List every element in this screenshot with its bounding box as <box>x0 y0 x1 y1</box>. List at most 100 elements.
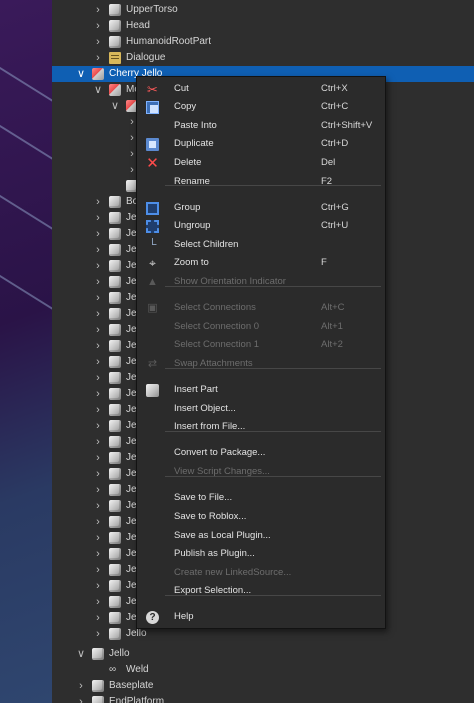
menu-item-save-as-local-plugin[interactable]: Save as Local Plugin... <box>137 527 385 545</box>
menu-item-select-connections[interactable]: ▣ Select Connections Alt+C <box>137 299 385 317</box>
part-icon <box>109 596 121 608</box>
chevron-down-icon[interactable]: ∨ <box>76 646 86 662</box>
chevron-right-icon[interactable]: › <box>93 626 103 642</box>
part-icon <box>109 228 121 240</box>
chevron-right-icon[interactable]: › <box>93 546 103 562</box>
menu-item-paste-into[interactable]: Paste Into Ctrl+Shift+V <box>137 117 385 135</box>
chevron-right-icon[interactable]: › <box>93 290 103 306</box>
tree-item-3[interactable]: › Dialogue <box>52 50 474 66</box>
menu-item-shortcut: Del <box>321 157 336 168</box>
menu-item-delete[interactable]: ✕ Delete Del <box>137 154 385 172</box>
group-icon <box>146 202 159 215</box>
chevron-right-icon[interactable]: › <box>93 578 103 594</box>
tree-item-baseplate[interactable]: › Baseplate <box>52 678 474 694</box>
menu-item-insert-part[interactable]: Insert Part <box>137 381 385 399</box>
chevron-right-icon[interactable]: › <box>93 2 103 18</box>
menu-item-create-new-linkedsource[interactable]: Create new LinkedSource... <box>137 564 385 582</box>
chevron-right-icon[interactable]: › <box>93 226 103 242</box>
ungroup-icon <box>146 220 159 233</box>
chevron-down-icon[interactable]: ∨ <box>76 66 86 82</box>
chevron-right-icon[interactable]: › <box>93 402 103 418</box>
menu-item-label: Select Connection 1 <box>174 339 260 350</box>
chevron-right-icon[interactable]: › <box>93 322 103 338</box>
menu-item-ungroup[interactable]: Ungroup Ctrl+U <box>137 217 385 235</box>
part-icon <box>109 564 121 576</box>
part-icon <box>109 244 121 256</box>
chevron-right-icon[interactable]: › <box>93 194 103 210</box>
menu-item-shortcut: Ctrl+C <box>321 101 349 112</box>
menu-separator <box>165 431 381 432</box>
menu-item-save-to-roblox[interactable]: Save to Roblox... <box>137 508 385 526</box>
menu-item-save-to-file[interactable]: Save to File... <box>137 489 385 507</box>
menu-item-label: Paste Into <box>174 120 217 131</box>
menu-item-cut[interactable]: ✂ Cut Ctrl+X <box>137 80 385 98</box>
tree-item-jello-root[interactable]: ∨ Jello <box>52 646 474 662</box>
menu-item-rename[interactable]: Rename F2 <box>137 173 385 191</box>
menu-item-label: Rename <box>174 176 210 187</box>
chevron-right-icon[interactable]: › <box>93 258 103 274</box>
menu-item-label: Show Orientation Indicator <box>174 276 286 287</box>
chevron-right-icon[interactable]: › <box>93 354 103 370</box>
chevron-right-icon[interactable]: › <box>93 242 103 258</box>
part-icon <box>109 468 121 480</box>
chevron-right-icon[interactable]: › <box>93 370 103 386</box>
menu-item-select-connection-0[interactable]: Select Connection 0 Alt+1 <box>137 318 385 336</box>
help-icon: ? <box>146 611 159 624</box>
chevron-right-icon[interactable]: › <box>93 210 103 226</box>
chevron-right-icon[interactable]: › <box>93 482 103 498</box>
part-icon <box>92 648 104 660</box>
tree-item-0[interactable]: › UpperTorso <box>52 2 474 18</box>
menu-item-select-children[interactable]: └ Select Children <box>137 236 385 254</box>
menu-item-insert-object[interactable]: Insert Object... <box>137 400 385 418</box>
chevron-right-icon[interactable]: › <box>93 50 103 66</box>
chevron-right-icon[interactable]: › <box>93 562 103 578</box>
tree-item-1[interactable]: › Head <box>52 18 474 34</box>
chevron-right-icon[interactable]: › <box>93 274 103 290</box>
chevron-right-icon[interactable]: › <box>76 678 86 694</box>
menu-item-insert-from-file[interactable]: Insert from File... <box>137 418 385 436</box>
menu-item-select-connection-1[interactable]: Select Connection 1 Alt+2 <box>137 336 385 354</box>
chevron-right-icon[interactable]: › <box>93 530 103 546</box>
menu-item-label: Save as Local Plugin... <box>174 530 271 541</box>
menu-item-view-script-changes[interactable]: View Script Changes... <box>137 463 385 481</box>
tree-item-2[interactable]: › HumanoidRootPart <box>52 34 474 50</box>
insert-part-icon <box>146 384 159 397</box>
chevron-right-icon[interactable]: › <box>93 18 103 34</box>
chevron-right-icon[interactable]: › <box>93 450 103 466</box>
chevron-right-icon[interactable]: › <box>93 610 103 626</box>
3d-viewport[interactable] <box>0 0 52 703</box>
menu-item-show-orientation-indicator[interactable]: ▲ Show Orientation Indicator <box>137 273 385 291</box>
menu-item-copy[interactable]: Copy Ctrl+C <box>137 98 385 116</box>
menu-item-help[interactable]: ? Help <box>137 608 385 626</box>
chevron-right-icon[interactable]: › <box>93 594 103 610</box>
chevron-right-icon[interactable]: › <box>93 498 103 514</box>
tree-item-weld[interactable]: ∞ Weld <box>52 662 474 678</box>
part-icon <box>109 484 121 496</box>
menu-item-label: Export Selection... <box>174 585 252 596</box>
chevron-right-icon[interactable]: › <box>93 34 103 50</box>
menu-item-export-selection[interactable]: Export Selection... <box>137 582 385 600</box>
menu-item-label: Zoom to <box>174 257 209 268</box>
chevron-right-icon[interactable]: › <box>93 338 103 354</box>
menu-item-duplicate[interactable]: Duplicate Ctrl+D <box>137 135 385 153</box>
chevron-right-icon[interactable]: › <box>93 418 103 434</box>
menu-item-label: Group <box>174 202 201 213</box>
viewport-line <box>0 263 52 339</box>
menu-item-label: Cut <box>174 83 189 94</box>
chevron-right-icon[interactable]: › <box>93 306 103 322</box>
chevron-right-icon[interactable]: › <box>93 514 103 530</box>
menu-item-publish-as-plugin[interactable]: Publish as Plugin... <box>137 545 385 563</box>
menu-item-convert-to-package[interactable]: Convert to Package... <box>137 444 385 462</box>
viewport-line <box>0 183 52 259</box>
chevron-right-icon[interactable]: › <box>93 386 103 402</box>
menu-item-swap-attachments[interactable]: ⇄ Swap Attachments <box>137 355 385 373</box>
chevron-right-icon[interactable]: › <box>93 466 103 482</box>
tree-item-endplatform[interactable]: › EndPlatform <box>52 694 474 703</box>
menu-item-group[interactable]: Group Ctrl+G <box>137 199 385 217</box>
menu-item-zoom-to[interactable]: ⌖ Zoom to F <box>137 254 385 272</box>
chevron-right-icon[interactable]: › <box>76 694 86 703</box>
chevron-down-icon[interactable]: ∨ <box>93 82 103 98</box>
chevron-down-icon[interactable]: ∨ <box>110 98 120 114</box>
chevron-right-icon[interactable]: › <box>93 434 103 450</box>
part-icon <box>109 532 121 544</box>
